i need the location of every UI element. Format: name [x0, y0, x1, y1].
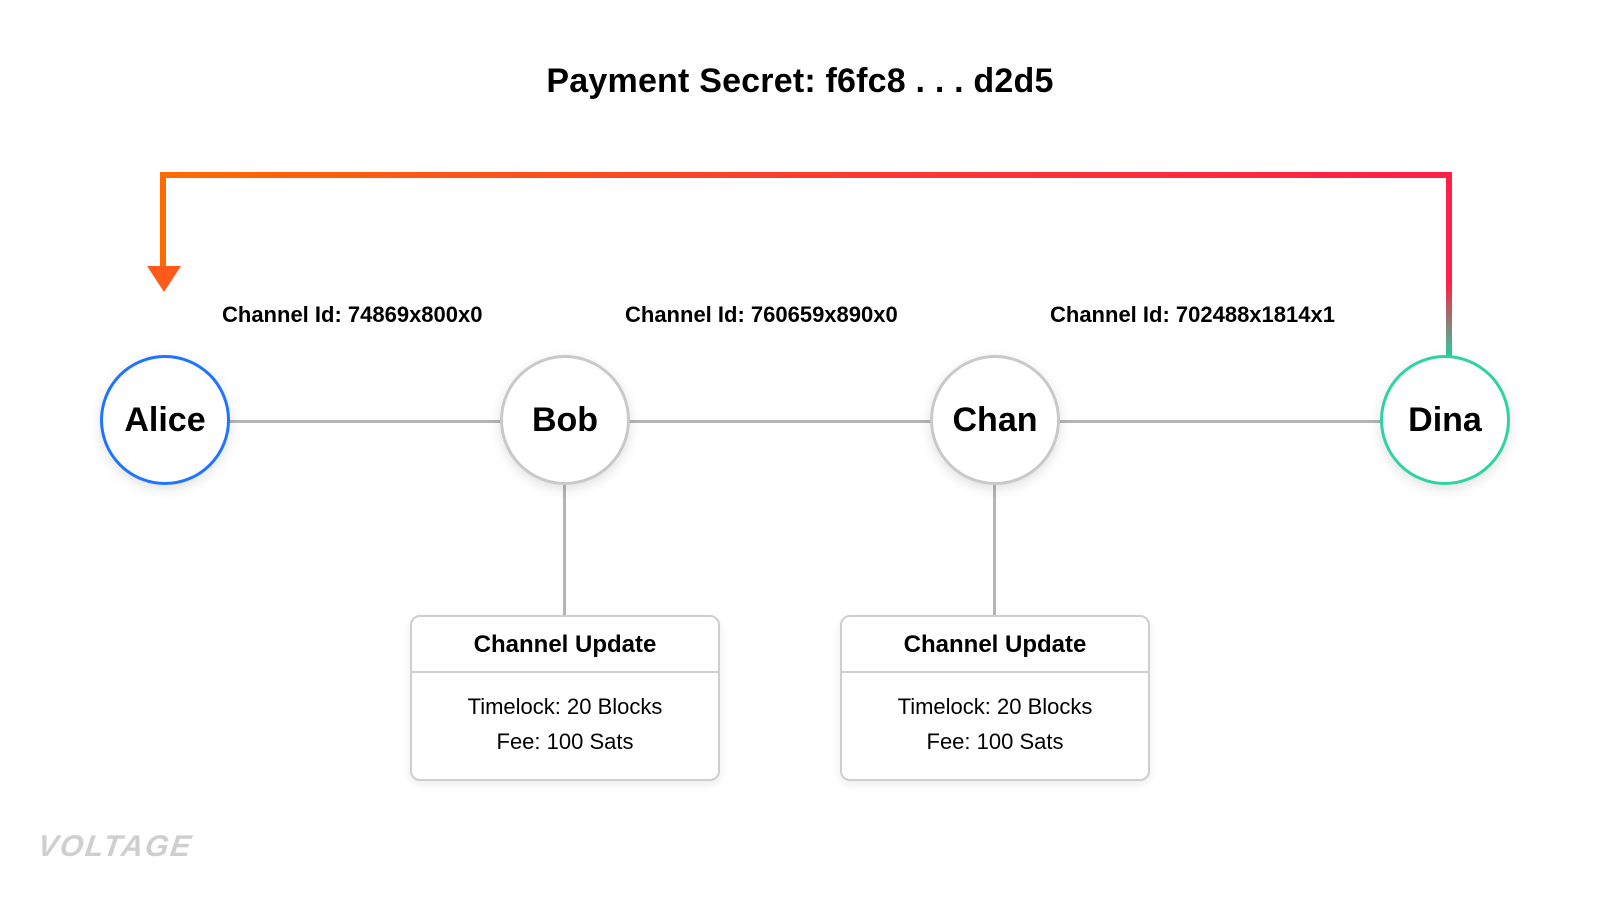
- channel-update-chan-fee: Fee: 100 Sats: [852, 724, 1138, 759]
- node-chan-label: Chan: [953, 401, 1038, 440]
- channel-update-bob-title: Channel Update: [412, 617, 718, 673]
- node-alice: Alice: [100, 355, 230, 485]
- diagram-stage: Payment Secret: f6fc8 . . . d2d5 Channel…: [0, 0, 1600, 900]
- edge-chan-update: [993, 485, 996, 615]
- return-path-right: [1446, 172, 1452, 358]
- node-alice-label: Alice: [124, 401, 205, 440]
- page-title: Payment Secret: f6fc8 . . . d2d5: [0, 62, 1600, 101]
- channel-update-bob-fee: Fee: 100 Sats: [422, 724, 708, 759]
- edge-bob-chan: [580, 420, 960, 423]
- voltage-logo-text: VOLTAGE: [36, 830, 195, 864]
- edge-alice-bob: [200, 420, 520, 423]
- node-dina: Dina: [1380, 355, 1510, 485]
- channel-update-chan-timelock: Timelock: 20 Blocks: [852, 689, 1138, 724]
- channel-update-bob-timelock: Timelock: 20 Blocks: [422, 689, 708, 724]
- node-dina-label: Dina: [1408, 401, 1482, 440]
- node-bob: Bob: [500, 355, 630, 485]
- return-path-left: [160, 172, 166, 272]
- return-path-arrowhead-icon: [147, 266, 181, 292]
- channel-id-chan-dina: Channel Id: 702488x1814x1: [1050, 302, 1335, 328]
- node-bob-label: Bob: [532, 401, 598, 440]
- node-chan: Chan: [930, 355, 1060, 485]
- channel-id-bob-chan: Channel Id: 760659x890x0: [625, 302, 898, 328]
- channel-update-chan: Channel Update Timelock: 20 Blocks Fee: …: [840, 615, 1150, 781]
- channel-id-alice-bob: Channel Id: 74869x800x0: [222, 302, 482, 328]
- edge-bob-update: [563, 485, 566, 615]
- channel-update-bob: Channel Update Timelock: 20 Blocks Fee: …: [410, 615, 720, 781]
- return-path-top: [160, 172, 1452, 178]
- voltage-logo: VOLTAGE: [38, 830, 193, 864]
- channel-update-chan-title: Channel Update: [842, 617, 1148, 673]
- edge-chan-dina: [1010, 420, 1400, 423]
